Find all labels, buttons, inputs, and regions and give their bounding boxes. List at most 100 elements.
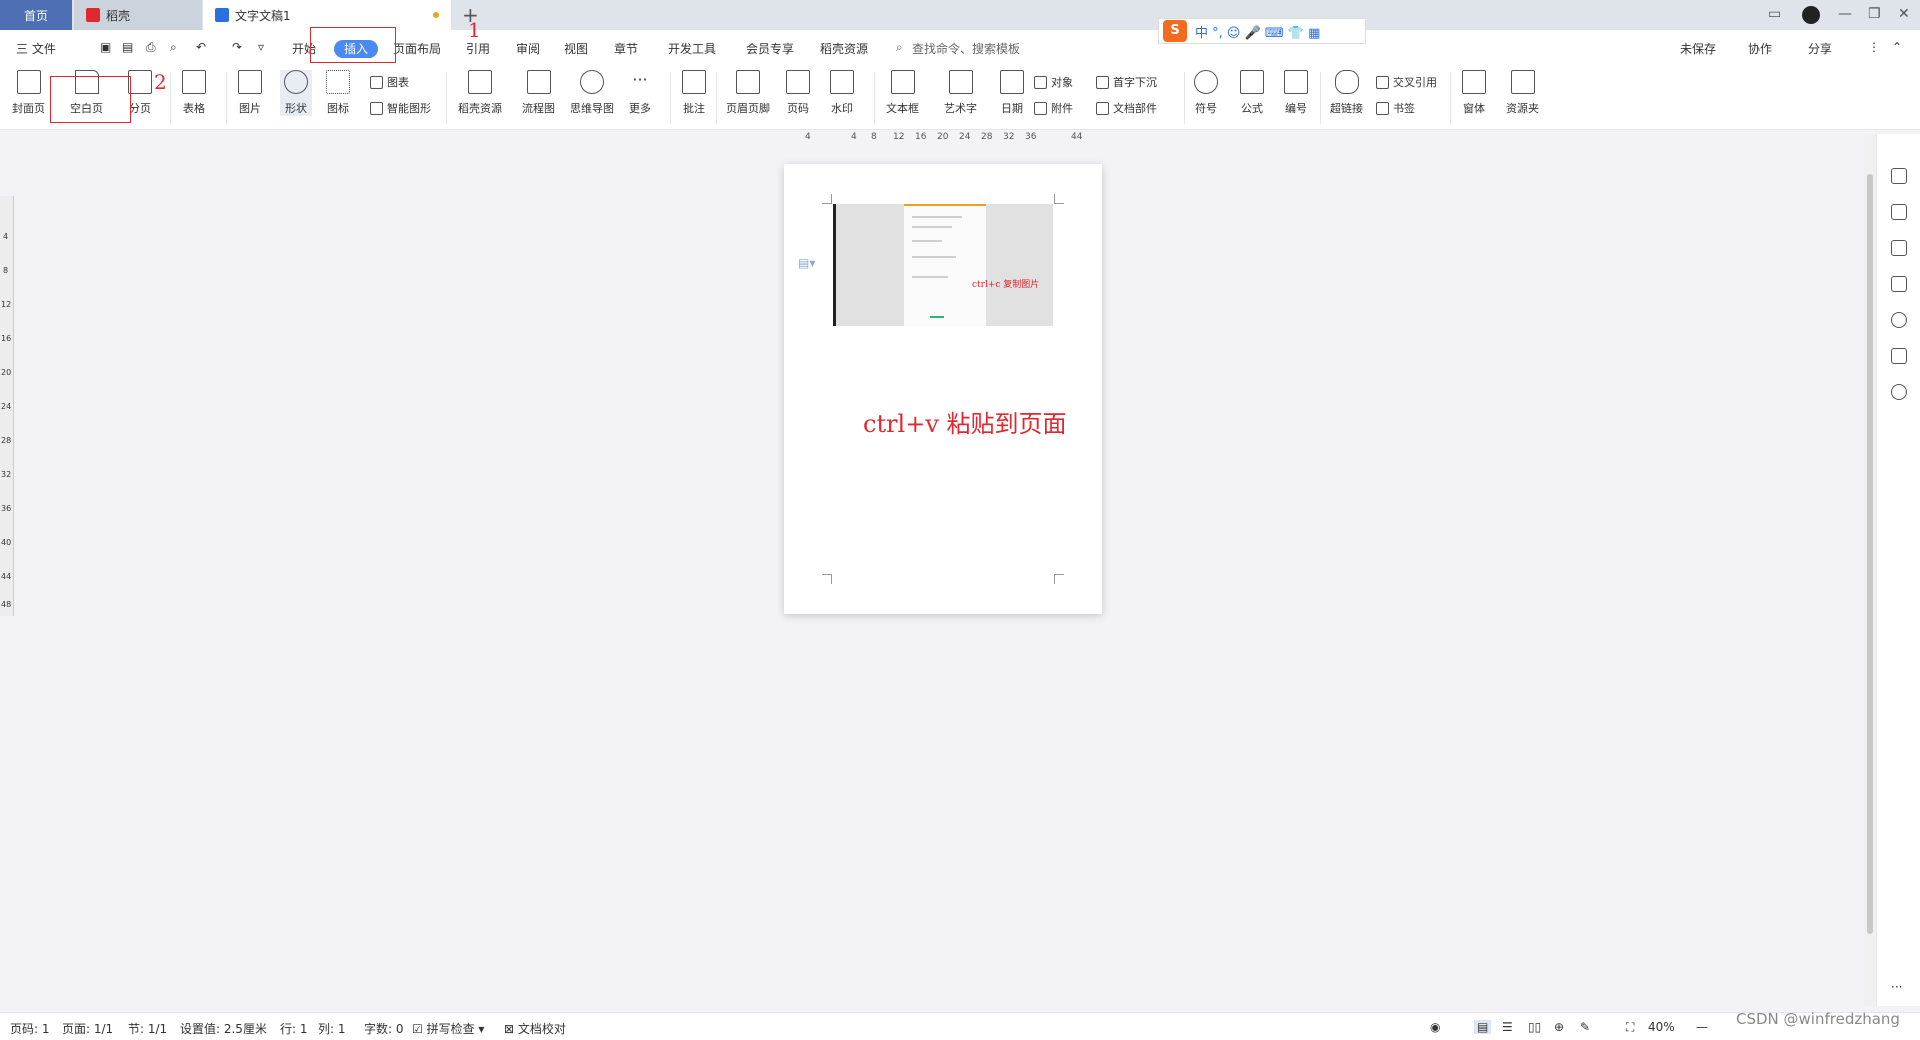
symbol-label: 符号 — [1195, 102, 1217, 115]
preview-icon[interactable]: ⌕ — [170, 40, 177, 55]
doc-proof-button[interactable]: ⊠ 文档校对 — [504, 1020, 566, 1037]
icon-button[interactable]: 图标 — [326, 70, 350, 116]
comment-button[interactable]: 批注 — [682, 70, 706, 116]
status-page-code[interactable]: 页码: 1 — [10, 1020, 50, 1037]
reading-view-icon[interactable]: ▯▯ — [1528, 1020, 1541, 1034]
file-menu[interactable]: 三 文件 — [16, 40, 56, 57]
image-tool-icon[interactable] — [1891, 348, 1907, 364]
share-button[interactable]: 分享 — [1808, 40, 1832, 57]
resource-folder-button[interactable]: 资源夹 — [1506, 70, 1539, 116]
close-icon[interactable]: ✕ — [1898, 6, 1910, 22]
cross-ref-button[interactable]: 交叉引用 — [1376, 74, 1437, 90]
pen-icon[interactable] — [1891, 204, 1907, 220]
pasted-image[interactable]: ctrl+c 复制图片 — [833, 204, 1053, 326]
watermark-button[interactable]: 水印 — [830, 70, 854, 116]
horizontal-ruler[interactable]: 4 4 8 12 16 20 24 28 32 36 44 — [785, 132, 1105, 148]
document-page[interactable]: ▤▾ ctrl+c 复制图片 ctrl+v 粘贴到页面 — [784, 164, 1102, 614]
header-footer-button[interactable]: 页眉页脚 — [726, 70, 770, 116]
flowchart-button[interactable]: 流程图 — [522, 70, 555, 116]
outline-view-icon[interactable]: ☰ — [1502, 1020, 1513, 1034]
daoke-resource-button[interactable]: 稻壳资源 — [458, 70, 502, 116]
symbol-button[interactable]: 符号 — [1194, 70, 1218, 116]
restore-icon[interactable]: ❐ — [1868, 6, 1881, 22]
status-words[interactable]: 字数: 0 — [364, 1020, 404, 1037]
fit-page-icon[interactable]: ⛶ — [1626, 1020, 1634, 1035]
status-col[interactable]: 列: 1 — [318, 1020, 346, 1037]
spell-check-toggle[interactable]: ☑ 拼写检查 ▾ — [412, 1020, 484, 1037]
help-icon[interactable] — [1891, 312, 1907, 328]
more-tools-icon[interactable]: ··· — [1891, 980, 1902, 994]
web-view-icon[interactable]: ⊕ — [1554, 1020, 1564, 1034]
menu-member[interactable]: 会员专享 — [746, 40, 794, 57]
redo-icon[interactable]: ↷ — [232, 40, 242, 54]
status-pages[interactable]: 页面: 1/1 — [62, 1020, 113, 1037]
status-section[interactable]: 节: 1/1 — [128, 1020, 167, 1037]
menu-review[interactable]: 审阅 — [516, 40, 540, 57]
layout-icon[interactable]: ▭ — [1768, 6, 1781, 22]
smart-shape-button[interactable]: 智能图形 — [370, 100, 431, 116]
rocket-icon[interactable] — [1891, 168, 1907, 184]
zoom-level[interactable]: 40% — [1648, 1020, 1675, 1034]
vertical-scrollbar[interactable] — [1864, 134, 1876, 1006]
search-input[interactable]: 查找命令、搜索模板 — [912, 40, 1020, 57]
menu-devtools[interactable]: 开发工具 — [668, 40, 716, 57]
more-icon[interactable]: ⋮ — [1868, 40, 1880, 54]
cover-page-button[interactable]: 封面页 — [12, 70, 45, 116]
dropcap-button[interactable]: 首字下沉 — [1096, 74, 1157, 90]
page-break-icon — [128, 70, 152, 94]
eye-protect-icon[interactable]: ◉ — [1430, 1020, 1440, 1034]
wordart-button[interactable]: 艺术字 — [944, 70, 977, 116]
tab-daoke[interactable]: 稻壳 — [74, 0, 202, 30]
mindmap-button[interactable]: 思维导图 — [570, 70, 614, 116]
quick-more-icon[interactable]: ▿ — [258, 40, 264, 54]
font-style-button[interactable]: 窗体 — [1462, 70, 1486, 116]
save-icon[interactable]: ▣ — [100, 40, 111, 54]
vertical-ruler[interactable]: 4 8 12 16 20 24 28 32 36 40 44 48 — [0, 196, 14, 616]
sogou-logo[interactable]: S — [1163, 20, 1187, 42]
tab-document[interactable]: 文字文稿1 — [203, 0, 451, 30]
print-icon[interactable]: ⎙ — [146, 40, 156, 55]
formula-button[interactable]: 公式 — [1240, 70, 1264, 116]
write-mode-icon[interactable]: ✎ — [1580, 1020, 1590, 1034]
hyperlink-button[interactable]: 超链接 — [1330, 70, 1363, 116]
table-button[interactable]: 表格 — [182, 70, 206, 116]
page-view-icon[interactable]: ▤ — [1474, 1020, 1492, 1034]
tab-daoke-label: 稻壳 — [106, 8, 131, 23]
settings-sliders-icon[interactable] — [1891, 276, 1907, 292]
writer-icon — [215, 8, 229, 22]
numbering-button[interactable]: 编号 — [1284, 70, 1308, 116]
ime-options[interactable]: 中 °, ☺ 🎤 ⌨ 👕 ▦ — [1195, 22, 1320, 41]
cursor-icon[interactable] — [1891, 240, 1907, 256]
picture-button[interactable]: 图片 — [238, 70, 262, 116]
tab-home[interactable]: 首页 — [0, 0, 72, 30]
location-icon[interactable] — [1891, 384, 1907, 400]
menu-section[interactable]: 章节 — [614, 40, 638, 57]
page-break-button[interactable]: 分页 — [128, 70, 152, 116]
more-button[interactable]: ··· 更多 — [628, 70, 652, 116]
avatar[interactable] — [1802, 6, 1820, 24]
menu-reference[interactable]: 引用 — [466, 40, 490, 57]
textbox-button[interactable]: 文本框 — [886, 70, 919, 116]
menu-daoke[interactable]: 稻壳资源 — [820, 40, 868, 57]
paragraph-handle-icon[interactable]: ▤▾ — [798, 256, 815, 270]
undo-icon[interactable]: ↶ — [196, 40, 206, 54]
date-button[interactable]: 日期 — [1000, 70, 1024, 116]
collab-button[interactable]: 协作 — [1748, 40, 1772, 57]
menu-layout[interactable]: 页面布局 — [393, 40, 441, 57]
menu-view[interactable]: 视图 — [564, 40, 588, 57]
object-button[interactable]: 对象 — [1034, 74, 1073, 90]
minimize-icon[interactable]: — — [1838, 6, 1852, 22]
unsaved-status[interactable]: 未保存 — [1680, 40, 1716, 57]
page-number-button[interactable]: 页码 — [786, 70, 810, 116]
doc-parts-button[interactable]: 文档部件 — [1096, 100, 1157, 116]
status-row[interactable]: 行: 1 — [280, 1020, 308, 1037]
attachment-button[interactable]: 附件 — [1034, 100, 1073, 116]
scrollbar-thumb[interactable] — [1867, 174, 1873, 934]
zoom-out-icon[interactable]: — — [1696, 1020, 1708, 1034]
shape-button[interactable]: 形状 — [280, 70, 312, 116]
bookmark-button[interactable]: 书签 — [1376, 100, 1415, 116]
chart-button[interactable]: 图表 — [370, 74, 409, 90]
collapse-ribbon-icon[interactable]: ⌃ — [1892, 40, 1902, 54]
status-setting[interactable]: 设置值: 2.5厘米 — [180, 1020, 267, 1037]
export-icon[interactable]: ▤ — [122, 40, 133, 54]
